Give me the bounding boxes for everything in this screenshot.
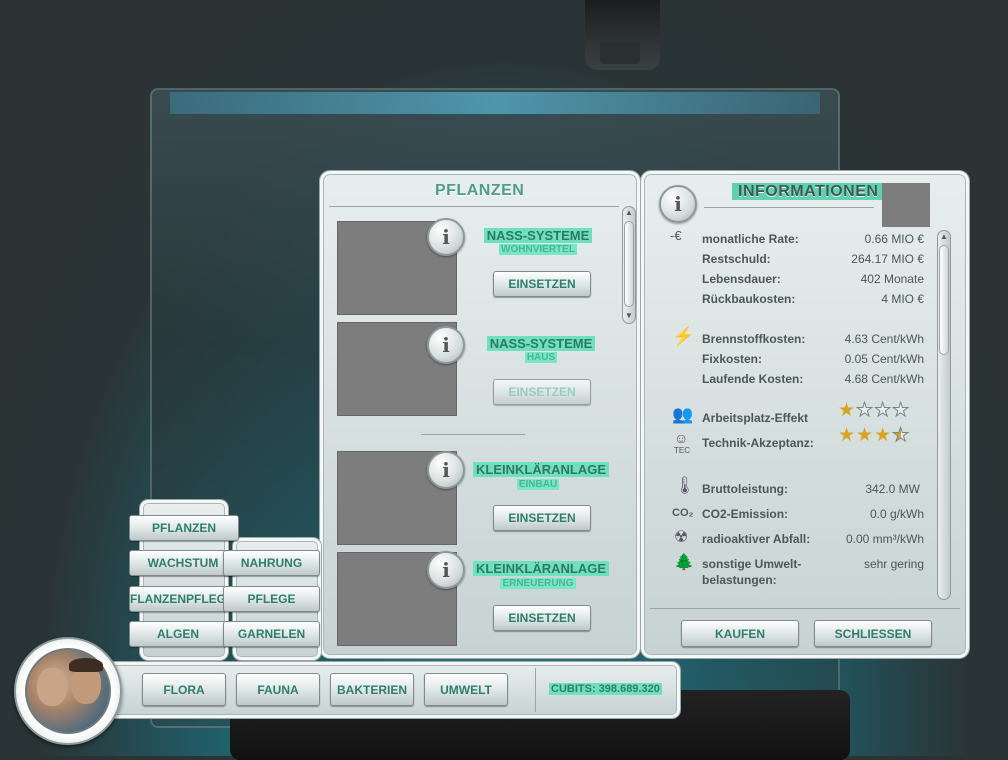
item-title: KLEINKLÄRANLAGE bbox=[456, 561, 626, 576]
energy-value: 4.63 Cent/kWh bbox=[844, 332, 924, 346]
avatar[interactable] bbox=[25, 648, 111, 734]
thermometer-power-icon: 🌡 bbox=[674, 476, 696, 495]
radioactive-icon: ☢ bbox=[674, 529, 689, 546]
info-icon: i bbox=[659, 185, 697, 223]
info-panel-title: INFORMATIONEN bbox=[732, 183, 885, 201]
cost-value: 0.66 MIO € bbox=[864, 232, 924, 246]
item-title: KLEINKLÄRANLAGE bbox=[456, 462, 626, 477]
cost-value: 4 MIO € bbox=[881, 292, 924, 306]
info-panel: i INFORMATIONEN -€ monatliche Rate: 0.66… bbox=[641, 171, 969, 658]
close-button[interactable]: SCHLIESSEN bbox=[814, 620, 932, 647]
env-value: 0.0 g/kWh bbox=[869, 507, 924, 521]
smiley-icon: ☺ bbox=[674, 430, 689, 446]
menu-pflanzenpflege-button[interactable]: PFLANZENPFLEGE bbox=[129, 586, 227, 612]
menu-pflege-button[interactable]: PFLEGE bbox=[223, 586, 320, 612]
scroll-up-arrow-icon[interactable]: ▲ bbox=[940, 232, 948, 241]
tab-umwelt[interactable]: UMWELT bbox=[424, 673, 508, 706]
cubits-display: CUBITS: 398.689.320 bbox=[549, 683, 662, 695]
aquarium-water-surface bbox=[170, 92, 820, 114]
tab-fauna[interactable]: FAUNA bbox=[236, 673, 320, 706]
info-bottom-divider bbox=[650, 608, 960, 609]
item-subtitle: ERNEUERUNG bbox=[500, 578, 576, 589]
energy-value: 4.68 Cent/kWh bbox=[844, 372, 924, 386]
rating-stars-acceptance: ★★★★ bbox=[838, 425, 911, 447]
env-label-line2: belastungen: bbox=[702, 573, 777, 587]
cost-label: Rückbaukosten: bbox=[702, 292, 796, 306]
cost-value: 264.17 MIO € bbox=[851, 252, 924, 266]
tec-label: TEC bbox=[674, 446, 690, 455]
scroll-down-arrow-icon[interactable]: ▼ bbox=[625, 311, 633, 320]
env-value: 0.00 mm³/kWh bbox=[845, 532, 924, 546]
einsetzen-button[interactable]: EINSETZEN bbox=[493, 505, 591, 531]
money-rate-icon: -€ bbox=[670, 228, 682, 243]
rating-label: Technik-Akzeptanz: bbox=[702, 436, 814, 450]
aquarium-lamp-knob bbox=[600, 42, 640, 64]
energy-label: Brennstoffkosten: bbox=[702, 332, 806, 346]
energy-label: Fixkosten: bbox=[702, 352, 763, 366]
env-value: 342.0 MW bbox=[865, 482, 920, 496]
tab-flora[interactable]: FLORA bbox=[142, 673, 226, 706]
env-value: sehr gering bbox=[863, 557, 924, 571]
co2-icon: CO₂ bbox=[672, 507, 694, 519]
env-label: CO2-Emission: bbox=[702, 507, 789, 521]
rating-label: Arbeitsplatz-Effekt bbox=[702, 411, 809, 425]
item-subtitle: HAUS bbox=[524, 352, 558, 363]
menu-wachstum-button[interactable]: WACHSTUM bbox=[129, 550, 237, 576]
info-scrollbar[interactable]: ▲ bbox=[937, 230, 951, 600]
cubits-value: CUBITS: 398.689.320 bbox=[549, 683, 662, 695]
einsetzen-button[interactable]: EINSETZEN bbox=[493, 271, 591, 297]
menu-garnelen-button[interactable]: GARNELEN bbox=[223, 621, 320, 647]
avatar-hair-right bbox=[69, 658, 103, 672]
cost-value: 402 Monate bbox=[860, 272, 924, 286]
info-scroll-thumb[interactable] bbox=[939, 245, 949, 355]
info-title-divider bbox=[704, 207, 874, 208]
item-subtitle: EINBAU bbox=[516, 479, 560, 490]
plants-scroll-thumb[interactable] bbox=[624, 221, 634, 307]
rating-stars-jobs: ★★★★ bbox=[838, 400, 911, 422]
cost-label: Lebensdauer: bbox=[702, 272, 781, 286]
tree-icon: 🌲 bbox=[674, 554, 694, 571]
menu-nahrung-button[interactable]: NAHRUNG bbox=[223, 550, 320, 576]
item-title: NASS-SYSTEME bbox=[453, 228, 623, 243]
env-label: sonstige Umwelt- bbox=[702, 557, 802, 571]
env-label: radioaktiver Abfall: bbox=[702, 532, 811, 546]
plants-scrollbar[interactable]: ▲ ▼ bbox=[622, 206, 636, 324]
energy-cost-icon: ⚡ bbox=[672, 326, 695, 346]
workers-icon: 👥 bbox=[672, 405, 694, 424]
plants-title-divider bbox=[329, 206, 619, 207]
energy-value: 0.05 Cent/kWh bbox=[844, 352, 924, 366]
tab-bakterien[interactable]: BAKTERIEN bbox=[330, 673, 414, 706]
info-thumbnail bbox=[882, 183, 930, 227]
menu-pflanzen-button[interactable]: PFLANZEN bbox=[129, 515, 239, 541]
env-label: Bruttoleistung: bbox=[702, 482, 788, 496]
einsetzen-button[interactable]: EINSETZEN bbox=[493, 605, 591, 631]
scroll-up-arrow-icon[interactable]: ▲ bbox=[625, 208, 633, 217]
plants-panel: PFLANZEN i NASS-SYSTEME WOHNVIERTEL EINS… bbox=[320, 171, 640, 658]
item-subtitle: WOHNVIERTEL bbox=[499, 244, 577, 255]
plants-panel-title: PFLANZEN bbox=[435, 182, 525, 199]
cost-label: monatliche Rate: bbox=[702, 232, 799, 246]
bottom-bar-divider bbox=[535, 668, 536, 712]
menu-algen-button[interactable]: ALGEN bbox=[129, 621, 227, 647]
buy-button[interactable]: KAUFEN bbox=[681, 620, 799, 647]
item-title: NASS-SYSTEME bbox=[456, 336, 626, 351]
energy-label: Laufende Kosten: bbox=[702, 372, 804, 386]
cost-label: Restschuld: bbox=[702, 252, 771, 266]
avatar-face-left bbox=[37, 668, 67, 706]
einsetzen-button-disabled[interactable]: EINSETZEN bbox=[493, 379, 591, 405]
section-divider bbox=[421, 434, 525, 435]
